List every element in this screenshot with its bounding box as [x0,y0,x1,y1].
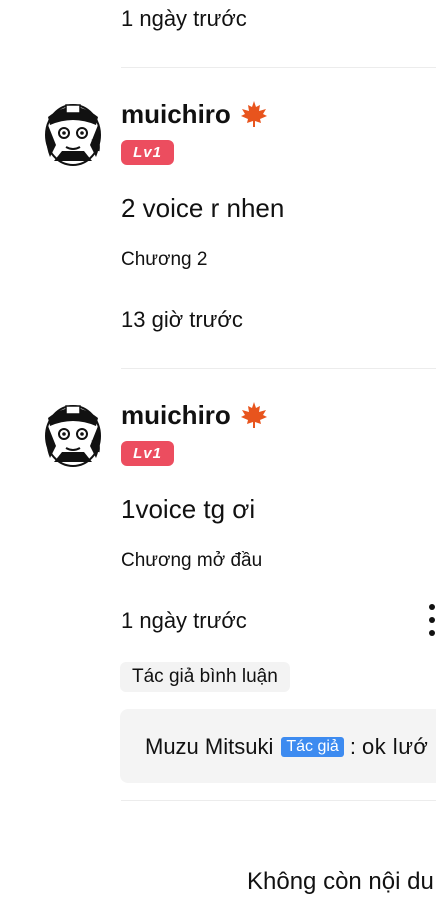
comment-timestamp: 13 giờ trước [121,307,243,332]
avatar[interactable] [40,396,106,468]
more-options-button[interactable] [424,602,436,638]
author-reply-label: Tác giả bình luận [120,662,290,692]
reply-author-name: Muzu Mitsuki [145,734,274,759]
author-badge: Tác giả [281,737,344,757]
level-badge: Lv1 [121,140,174,165]
maple-leaf-icon [239,400,269,430]
maple-leaf-icon [239,99,269,129]
comment-text: 1voice tg ơi [121,494,256,524]
more-vertical-icon [429,604,435,610]
comment-divider [121,800,436,801]
comment-timestamp: 1 ngày trước [121,6,247,31]
reply-line: Muzu Mitsuki Tác giả : ok lướ [145,733,428,761]
reply-separator: : [349,734,356,759]
chapter-link[interactable]: Chương mở đầu [121,549,262,573]
comment-author[interactable]: muichiro [121,399,269,431]
chapter-link[interactable]: Chương 2 [121,248,207,272]
comment-text: 2 voice r nhen [121,193,285,223]
comment-divider [121,368,436,369]
comment-timestamp: 1 ngày trước [121,608,247,633]
level-badge: Lv1 [121,441,174,466]
avatar[interactable] [40,95,106,167]
end-of-list-text: Không còn nội du [247,868,434,895]
username-text: muichiro [121,400,231,430]
comment-author[interactable]: muichiro [121,98,269,130]
comment-divider [121,67,436,68]
username-text: muichiro [121,99,231,129]
author-reply[interactable]: Muzu Mitsuki Tác giả : ok lướ [120,709,436,783]
more-dot [429,630,435,636]
more-dot [429,617,435,623]
reply-text: ok lướ [361,734,429,759]
